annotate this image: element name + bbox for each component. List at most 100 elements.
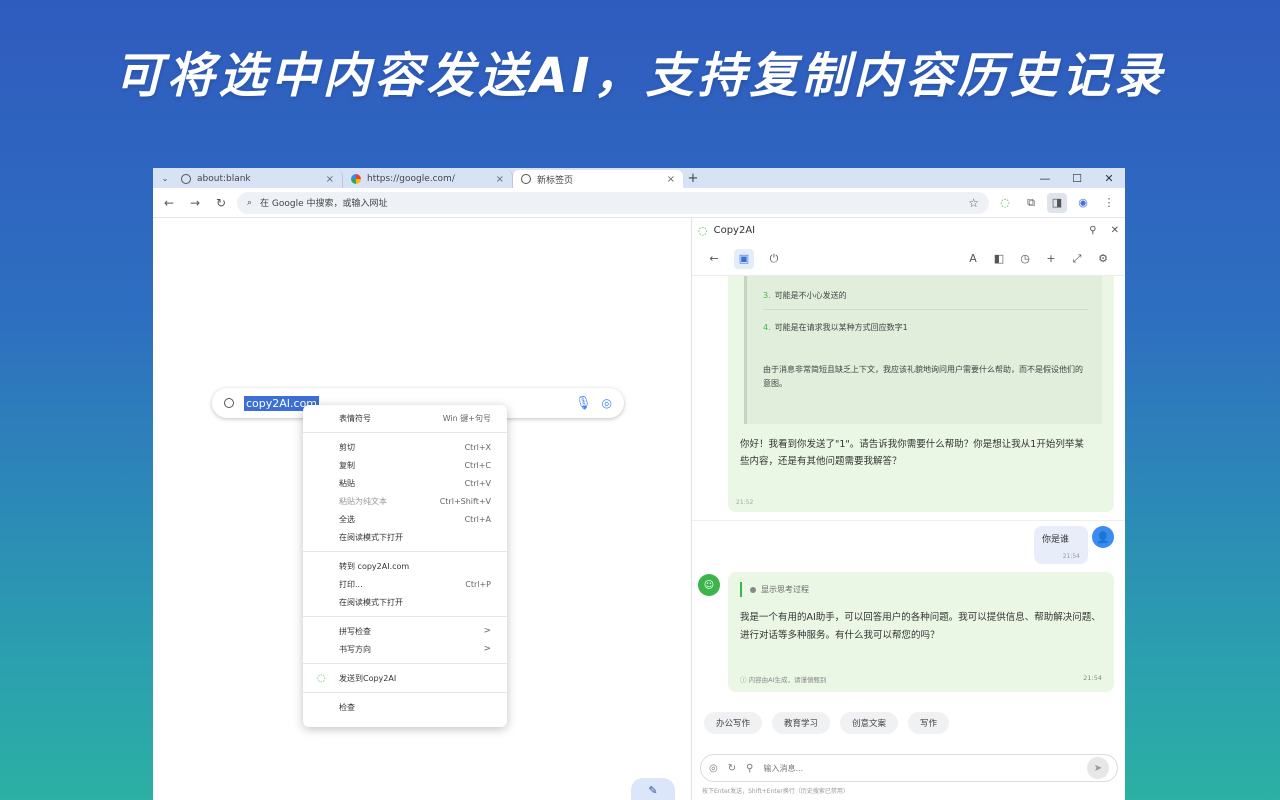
menu-item-label: 检查 [339,702,355,712]
menu-item-inspect[interactable]: 检查 [303,698,507,716]
tab-close-icon[interactable]: × [326,174,334,185]
show-thinking-toggle[interactable]: 显示思考过程 [740,582,817,597]
menu-item-shortcut: Ctrl+Shift+V [439,496,491,506]
menu-item-shortcut: Win 键+句号 [442,413,491,423]
expand-icon[interactable]: ⤢ [1067,249,1087,269]
settings-circle-icon[interactable]: ◎ [709,763,718,774]
tab-label: about:blank [197,174,251,184]
menu-divider [303,432,507,433]
forward-icon[interactable]: → [185,193,205,213]
quick-prompt-chips: 办公写作 教育学习 创意文案 写作 [704,712,950,734]
close-icon[interactable]: ✕ [1093,168,1125,188]
power-icon[interactable]: ⏻ [764,249,784,269]
menu-item-reading-mode[interactable]: 在阅读模式下打开 [303,528,507,546]
chrome-icon [521,174,531,184]
chip-education[interactable]: 教育学习 [772,712,831,734]
ai-disclaimer: 内容由AI生成，请谨慎甄别 [748,676,827,684]
lens-icon[interactable]: ◎ [602,396,612,410]
microphone-icon[interactable]: 🎙 [575,396,592,411]
quote-item: 3. 可能是不小心发送的 [763,290,1088,301]
search-icon: ⌕ [247,197,253,208]
profile-icon[interactable]: ◉ [1073,193,1093,213]
minimize-icon[interactable]: — [1029,168,1061,188]
menu-item-goto[interactable]: 转到 copy2AI.com [303,557,507,575]
tab-close-icon[interactable]: × [667,174,675,185]
menu-item-label: 表情符号 [339,413,371,423]
tab-strip: ⌄ about:blank × https://google.com/ × 新标… [153,168,1125,188]
menu-item-spellcheck[interactable]: 拼写检查 > [303,622,507,640]
quote-divider [763,309,1088,310]
tab-new-tab-page[interactable]: 新标签页 × [513,170,683,188]
bot-avatar-icon: ☺ [698,574,720,596]
menu-item-print[interactable]: 打印... Ctrl+P [303,575,507,593]
quote-item-number: 4. [763,323,771,332]
back-icon[interactable]: ← [704,249,724,269]
message-input[interactable] [763,763,1077,773]
copy2ai-logo-icon: ◌ [698,223,708,237]
image-icon[interactable]: ▣ [734,248,754,269]
new-tab-page: copy2AI.com 🎙 ◎ 表情符号 Win 键+句号 剪切 Ctrl+X … [153,218,691,800]
message-timestamp: 21:54 [1062,553,1080,560]
add-icon[interactable]: + [1041,249,1061,269]
menu-divider [303,692,507,693]
back-icon[interactable]: ← [159,193,179,213]
send-icon[interactable]: ➤ [1087,757,1109,779]
panel-title: Copy2AI [713,224,756,236]
tab-label: 新标签页 [537,175,574,186]
menu-item-label: 发送到Copy2AI [339,673,397,683]
pin-icon[interactable]: ⚲ [1089,225,1096,236]
panel-header: ◌ Copy2AI ⚲ ✕ [692,218,1125,242]
side-panel-icon[interactable]: ◨ [1047,192,1067,213]
edit-pencil-button[interactable]: ✎ [631,778,675,800]
tab-search-icon[interactable]: ⌄ [157,168,173,188]
address-bar[interactable]: ⌕ 在 Google 中搜索，或输入网址 ☆ [237,191,989,214]
menu-item-shortcut: Ctrl+X [464,442,491,452]
extensions-puzzle-icon[interactable]: ⧉ [1021,193,1041,213]
settings-icon[interactable]: ⚙ [1093,249,1113,269]
menu-item-shortcut: Ctrl+A [464,514,491,524]
copy2ai-extension-icon[interactable]: ◌ [995,193,1015,213]
tab-about-blank[interactable]: about:blank × [173,170,343,188]
menu-item-label: 剪切 [339,442,355,452]
menu-item-writing-direction[interactable]: 书写方向 > [303,640,507,658]
thinking-label: 显示思考过程 [761,585,809,594]
menu-item-label: 全选 [339,514,355,524]
menu-item-label: 转到 copy2AI.com [339,561,410,571]
menu-item-reading-mode[interactable]: 在阅读模式下打开 [303,593,507,611]
menu-item-label: 拼写检查 [339,626,371,636]
address-placeholder: 在 Google 中搜索，或输入网址 [260,199,388,209]
reload-icon[interactable]: ↻ [211,193,231,213]
menu-item-label: 复制 [339,460,355,470]
menu-item-emoji[interactable]: 表情符号 Win 键+句号 [303,409,507,427]
menu-item-label: 在阅读模式下打开 [339,597,403,607]
menu-item-cut[interactable]: 剪切 Ctrl+X [303,438,507,456]
menu-item-send-to-copy2ai[interactable]: ◌ 发送到Copy2AI [303,669,507,687]
copy2ai-icon: ◌ [317,672,326,684]
window-controls: — ☐ ✕ [1029,168,1125,188]
panel-close-icon[interactable]: ✕ [1111,225,1119,236]
chip-creative-copy[interactable]: 创意文案 [840,712,899,734]
menu-item-copy[interactable]: 复制 Ctrl+C [303,456,507,474]
bookmark-star-icon[interactable]: ☆ [968,196,979,210]
chip-writing[interactable]: 写作 [908,712,950,734]
menu-divider [303,616,507,617]
attach-icon[interactable]: ⚲ [746,763,753,774]
new-tab-button[interactable]: + [683,170,703,188]
quote-item-number: 3. [763,291,771,300]
refresh-icon[interactable]: ↻ [728,763,736,774]
menu-item-shortcut: Ctrl+C [464,460,491,470]
chip-office-writing[interactable]: 办公写作 [704,712,763,734]
google-icon [351,174,361,184]
assistant-reply-text: 我是一个有用的AI助手，可以回答用户的各种问题。我可以提供信息、帮助解决问题、进… [740,612,1101,641]
save-icon[interactable]: ◧ [989,249,1009,269]
font-icon[interactable]: A [963,249,983,269]
chat-area[interactable]: 3. 可能是不小心发送的 4. 可能是在请求我以某种方式回应数字1 由于消息非常简短… [692,276,1125,696]
tab-close-icon[interactable]: × [496,174,504,185]
maximize-icon[interactable]: ☐ [1061,168,1093,188]
submenu-arrow-icon: > [483,626,491,636]
menu-icon[interactable]: ⋮ [1099,193,1119,213]
tab-google[interactable]: https://google.com/ × [343,170,513,188]
history-icon[interactable]: ◷ [1015,249,1035,269]
menu-item-select-all[interactable]: 全选 Ctrl+A [303,510,507,528]
menu-item-paste[interactable]: 粘贴 Ctrl+V [303,474,507,492]
